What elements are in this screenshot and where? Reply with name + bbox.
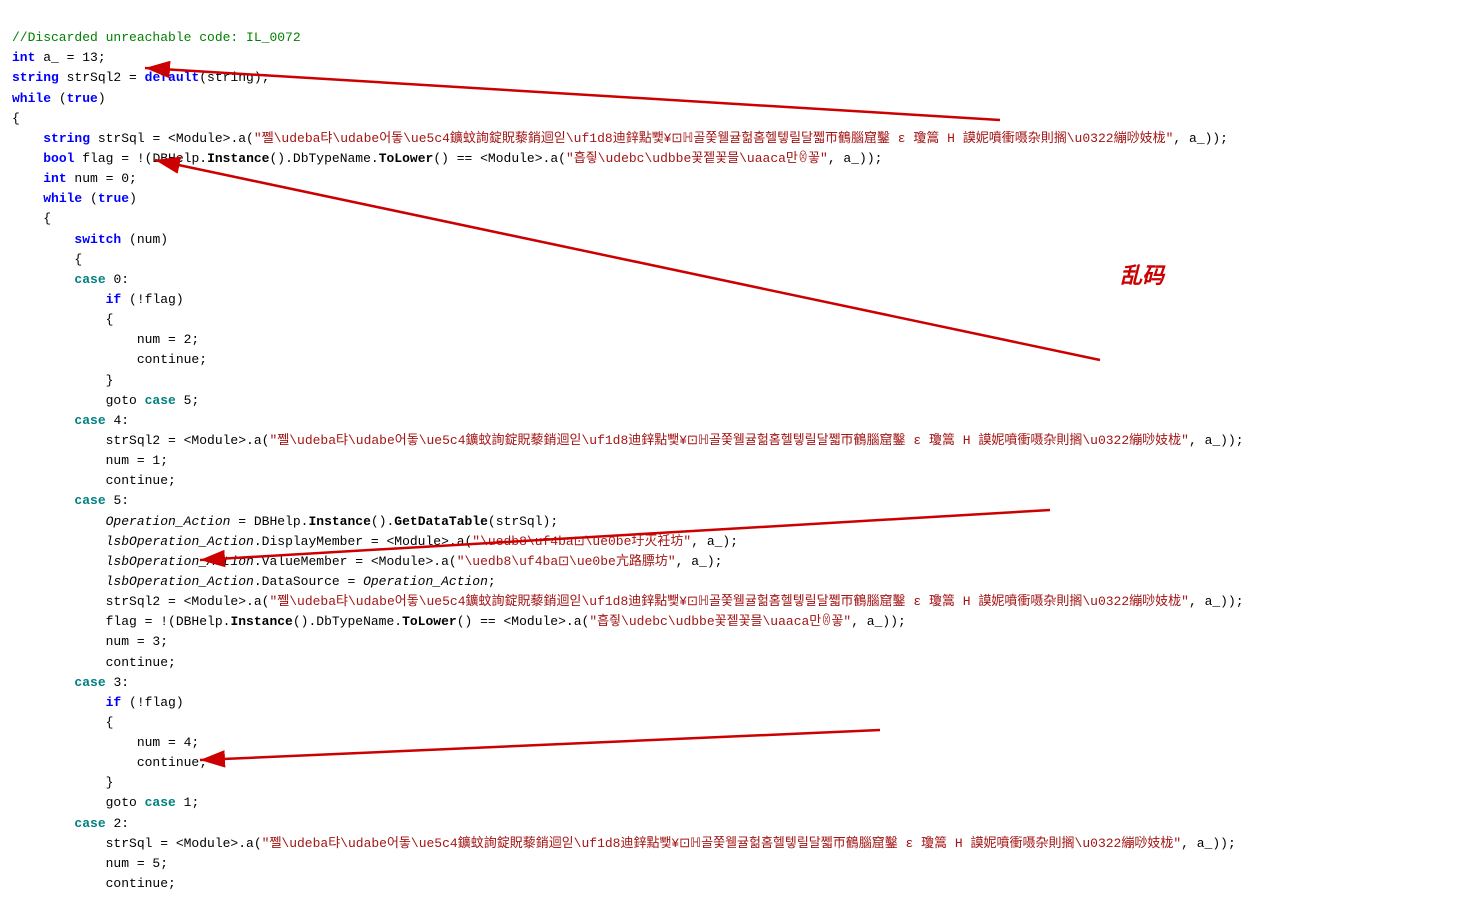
kw-int2: int bbox=[43, 171, 66, 186]
kw-if2: if bbox=[106, 695, 122, 710]
kw-case3: case bbox=[74, 675, 105, 690]
kw-string2: string bbox=[43, 131, 90, 146]
str3: "쩰\udeba탸\udabe어돟\ue5c4鑛蚊詢錠貺藜銷迴읻\uf1d8迪鋅… bbox=[269, 433, 1189, 448]
kw-switch: switch bbox=[74, 232, 121, 247]
kw-bool: bool bbox=[43, 151, 74, 166]
method-tolower2: ToLower bbox=[402, 614, 457, 629]
method-tolower: ToLower bbox=[379, 151, 434, 166]
code-editor[interactable]: //Discarded unreachable code: IL_0072 in… bbox=[0, 0, 1464, 902]
kw-case5-goto: case bbox=[145, 393, 176, 408]
str6: "쩰\udeba탸\udabe어돟\ue5c4鑛蚊詢錠貺藜銷迴읻\uf1d8迪鋅… bbox=[269, 594, 1189, 609]
var-lsb-display: lsbOperation_Action bbox=[106, 534, 254, 549]
var-op-action2: Operation_Action bbox=[363, 574, 488, 589]
kw-true1: true bbox=[67, 91, 98, 106]
method-getdatatable: GetDataTable bbox=[394, 514, 488, 529]
kw-string: string bbox=[12, 70, 59, 85]
method-instance3: Instance bbox=[230, 614, 292, 629]
comment-line: //Discarded unreachable code: IL_0072 bbox=[12, 30, 301, 45]
var-lsb-datasource: lsbOperation_Action bbox=[106, 574, 254, 589]
kw-if1: if bbox=[106, 292, 122, 307]
kw-case5: case bbox=[74, 493, 105, 508]
kw-case0: case bbox=[74, 272, 105, 287]
str7: "흡즿\udebc\udbbe꽃젵꽃믈\uaaca만ꇥ꽇" bbox=[589, 614, 851, 629]
kw-case1-goto: case bbox=[145, 795, 176, 810]
method-instance: Instance bbox=[207, 151, 269, 166]
kw-true2: true bbox=[98, 191, 129, 206]
str8: "쩰\udeba탸\udabe어돟\ue5c4鑛蚊詢錠貺藜銷迴읻\uf1d8迪鋅… bbox=[262, 836, 1182, 851]
str4: "\uedb8\uf4ba⊡\ue0be圩灭衽坊" bbox=[472, 534, 691, 549]
method-instance2: Instance bbox=[308, 514, 370, 529]
kw-case4: case bbox=[74, 413, 105, 428]
kw-case2: case bbox=[74, 816, 105, 831]
kw-while2: while bbox=[43, 191, 82, 206]
kw-while1: while bbox=[12, 91, 51, 106]
str1: "쩰\udeba탸\udabe어돟\ue5c4鑛蚊詢錠貺藜銷迴읻\uf1d8迪鋅… bbox=[254, 131, 1174, 146]
var-lsb-value: lsbOperation_Action bbox=[106, 554, 254, 569]
kw-int: int bbox=[12, 50, 35, 65]
kw-default: default bbox=[145, 70, 200, 85]
str5: "\uedb8\uf4ba⊡\ue0be亢路膘坊" bbox=[457, 554, 676, 569]
str2: "흡즿\udebc\udbbe꽃젵꽃믈\uaaca만ꇥ꽇" bbox=[566, 151, 828, 166]
var-op-action: Operation_Action bbox=[106, 514, 231, 529]
